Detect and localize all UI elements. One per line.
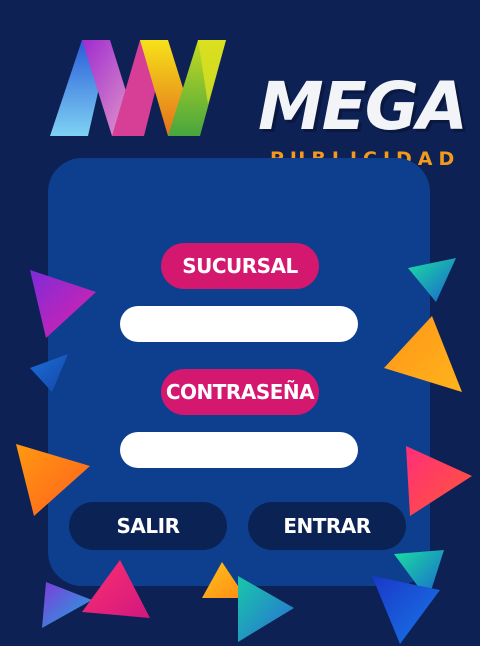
branch-input[interactable]	[120, 306, 358, 342]
password-label: CONTRASEÑA	[161, 369, 319, 415]
brand-word: MEGA	[258, 68, 468, 145]
branch-label: SUCURSAL	[161, 243, 319, 289]
exit-button[interactable]: SALIR	[69, 502, 227, 550]
brand-logo: MEGA PUBLICIDAD	[48, 34, 468, 170]
mega-m-logo-icon	[50, 40, 226, 136]
enter-button[interactable]: ENTRAR	[248, 502, 406, 550]
password-input[interactable]	[120, 432, 358, 468]
